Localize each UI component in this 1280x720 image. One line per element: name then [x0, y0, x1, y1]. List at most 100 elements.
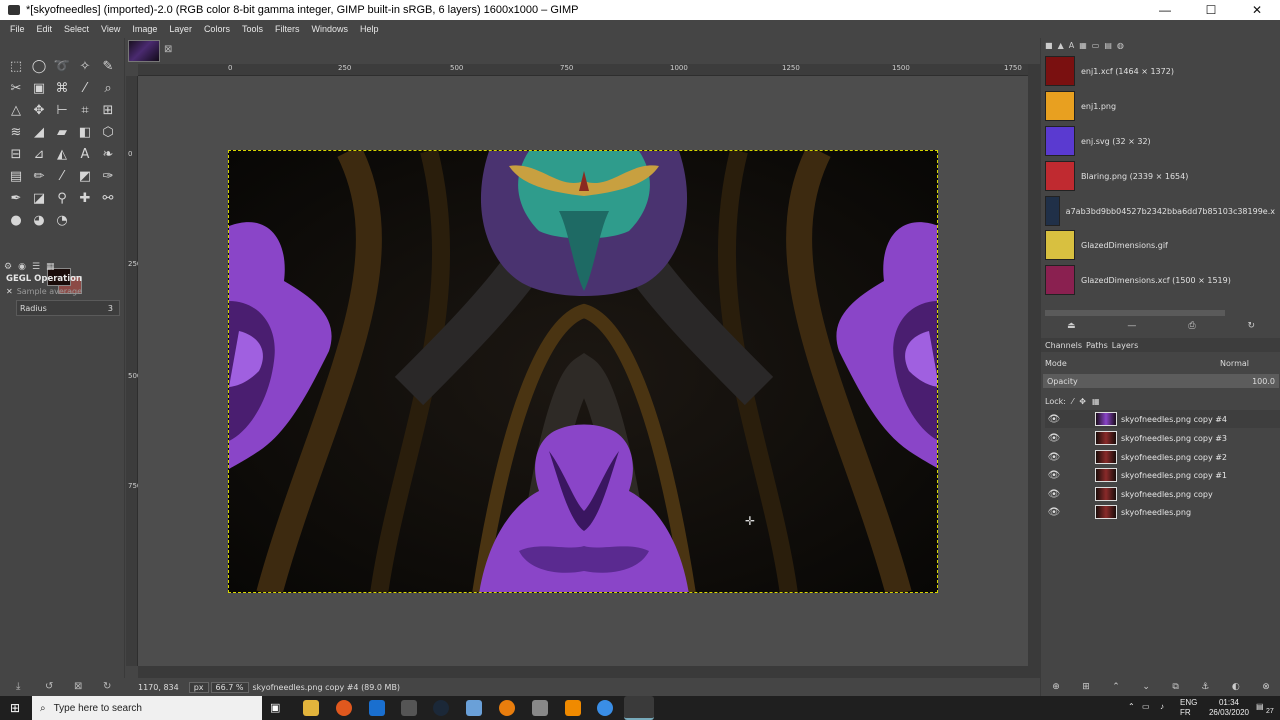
menu-file[interactable]: File [4, 24, 31, 34]
palettes-tab-icon[interactable]: ▤ [1104, 41, 1112, 51]
undo-history-tab-icon[interactable]: ☰ [32, 262, 40, 274]
image-list-item[interactable]: enj1.xcf (1464 × 1372) [1045, 55, 1275, 87]
images-scrollbar[interactable] [1045, 310, 1225, 316]
image-list-item[interactable]: enj1.png [1045, 90, 1275, 122]
patterns-tab-icon[interactable]: ▦ [1079, 41, 1087, 51]
language-indicator[interactable]: ENG FR [1180, 698, 1197, 718]
visibility-eye-icon[interactable]: 👁 [1045, 470, 1063, 481]
steam-icon[interactable] [433, 700, 449, 716]
menu-view[interactable]: View [95, 24, 126, 34]
unified-transform-icon[interactable]: ⊞ [99, 102, 117, 120]
device-status-tab-icon[interactable]: ◉ [18, 262, 26, 274]
vlc-icon[interactable] [565, 700, 581, 716]
menu-edit[interactable]: Edit [31, 24, 59, 34]
network-icon[interactable]: ▭ [1142, 702, 1150, 712]
fonts-tab-icon[interactable]: A [1069, 41, 1074, 51]
lock-alpha-icon[interactable]: ▦ [1092, 397, 1100, 406]
paths-icon[interactable]: ⌘ [53, 80, 71, 98]
restore-options-icon[interactable]: ↺ [45, 681, 53, 692]
eyedropper-icon[interactable]: ⁄ [76, 80, 94, 98]
brush-icon[interactable]: ⁄ [53, 168, 71, 186]
menu-filters[interactable]: Filters [269, 24, 306, 34]
flip-icon[interactable]: ◧ [76, 124, 94, 142]
blur-icon[interactable]: ◕ [30, 212, 48, 230]
maximize-button[interactable]: ☐ [1188, 0, 1234, 20]
color-picker-icon[interactable]: ✎ [99, 58, 117, 76]
vertical-ruler[interactable]: 0 250 500 750 [126, 76, 141, 666]
airbrush-icon[interactable]: ✑ [99, 168, 117, 186]
menu-help[interactable]: Help [354, 24, 385, 34]
mypaint-brush-icon[interactable]: ◪ [30, 190, 48, 208]
file-explorer-icon[interactable] [303, 700, 319, 716]
close-icon[interactable]: ✕ [6, 287, 13, 296]
sample-average-field[interactable]: Sample average [17, 287, 82, 296]
image-list-item[interactable]: GlazedDimensions.xcf (1500 × 1519) [1045, 264, 1275, 296]
tool-options-tab-icon[interactable]: ⚙ [4, 262, 12, 274]
layer-row[interactable]: 👁 skyofneedles.png copy #3 [1045, 429, 1280, 447]
anchor-layer-icon[interactable]: ⚓ [1201, 682, 1209, 692]
notification-icon[interactable]: ▤ [1256, 702, 1264, 712]
warp-icon[interactable]: ≋ [7, 124, 25, 142]
fuzzy-select-icon[interactable]: ✧ [76, 58, 94, 76]
menu-layer[interactable]: Layer [163, 24, 198, 34]
settings-gear-icon[interactable] [532, 700, 548, 716]
minimize-button[interactable]: — [1142, 0, 1188, 20]
radius-spinner[interactable]: Radius 3 [16, 300, 120, 316]
new-layer-icon[interactable]: ⊕ [1052, 682, 1060, 692]
lock-position-icon[interactable]: ✥ [1079, 397, 1086, 406]
rect-select-icon[interactable]: ⬚ [7, 58, 25, 76]
eraser-icon[interactable]: ◩ [76, 168, 94, 186]
menu-tools[interactable]: Tools [236, 24, 269, 34]
tray-overflow-icon[interactable]: ⌃ [1128, 702, 1135, 712]
mode-select[interactable]: Normal [1220, 359, 1249, 368]
menu-select[interactable]: Select [58, 24, 95, 34]
layer-row[interactable]: 👁 skyofneedles.png copy [1045, 485, 1280, 503]
refresh-icon[interactable]: ↻ [1247, 321, 1255, 331]
visibility-eye-icon[interactable]: 👁 [1045, 489, 1063, 500]
image-list-item[interactable]: Blaring.png (2339 × 1654) [1045, 160, 1275, 192]
app-icon[interactable] [597, 700, 613, 716]
measure-icon[interactable]: △ [7, 102, 25, 120]
clone-icon[interactable]: ⚲ [53, 190, 71, 208]
duplicate-layer-icon[interactable]: ⧉ [1172, 682, 1178, 692]
app-icon[interactable] [401, 700, 417, 716]
zoom-icon[interactable]: ⌕ [99, 80, 117, 98]
text-icon[interactable]: A [76, 146, 94, 164]
crop-icon[interactable]: ⌗ [76, 102, 94, 120]
menu-colors[interactable]: Colors [198, 24, 236, 34]
delete-layer-icon[interactable]: ⊗ [1262, 682, 1270, 692]
shear-icon[interactable]: ▰ [53, 124, 71, 142]
visibility-eye-icon[interactable]: 👁 [1045, 433, 1063, 444]
raise-layer-icon[interactable]: ⌃ [1112, 682, 1120, 692]
scissors-icon[interactable]: ✂ [7, 80, 25, 98]
smudge-icon[interactable]: ● [7, 212, 25, 230]
visibility-eye-icon[interactable]: 👁 [1045, 414, 1063, 425]
new-layer-group-icon[interactable]: ⊞ [1082, 682, 1090, 692]
gradients-tab-icon[interactable]: ▭ [1092, 41, 1100, 51]
3d-viewer-icon[interactable] [466, 700, 482, 716]
pencil-icon[interactable]: ✏ [30, 168, 48, 186]
layer-row[interactable]: 👁 skyofneedles.png copy #1 [1045, 466, 1280, 484]
document-history-tab-icon[interactable]: ◍ [1117, 41, 1124, 51]
visibility-eye-icon[interactable]: 👁 [1045, 452, 1063, 463]
image-list-item[interactable]: enj.svg (32 × 32) [1045, 125, 1275, 157]
volume-icon[interactable]: ♪ [1160, 702, 1164, 712]
delete-options-icon[interactable]: ⊠ [74, 681, 82, 692]
save-options-icon[interactable]: ⤓ [16, 681, 20, 692]
image-list-item[interactable]: a7ab3bd9bb04527b2342bba6dd7b85103c38199e… [1045, 195, 1275, 227]
mail-icon[interactable] [369, 700, 385, 716]
tab-paths[interactable]: Paths [1086, 341, 1108, 350]
image-list-item[interactable]: GlazedDimensions.gif [1045, 229, 1275, 261]
gradient-icon[interactable]: ▤ [7, 168, 25, 186]
vertical-scrollbar[interactable] [1028, 64, 1040, 678]
open-image-icon[interactable]: ⏏ [1067, 321, 1076, 331]
layer-row[interactable]: 👁 skyofneedles.png copy #2 [1045, 448, 1280, 466]
unit-select[interactable]: px [188, 681, 209, 693]
ink-icon[interactable]: ✒ [7, 190, 25, 208]
perspective-clone-icon[interactable]: ⚯ [99, 190, 117, 208]
opacity-slider[interactable]: Opacity 100.0 [1043, 374, 1279, 388]
visibility-eye-icon[interactable]: 👁 [1045, 507, 1063, 518]
move-icon[interactable]: ✥ [30, 102, 48, 120]
lower-layer-icon[interactable]: ⌄ [1142, 682, 1150, 692]
images-tab-icon[interactable]: ▦ [46, 262, 55, 274]
